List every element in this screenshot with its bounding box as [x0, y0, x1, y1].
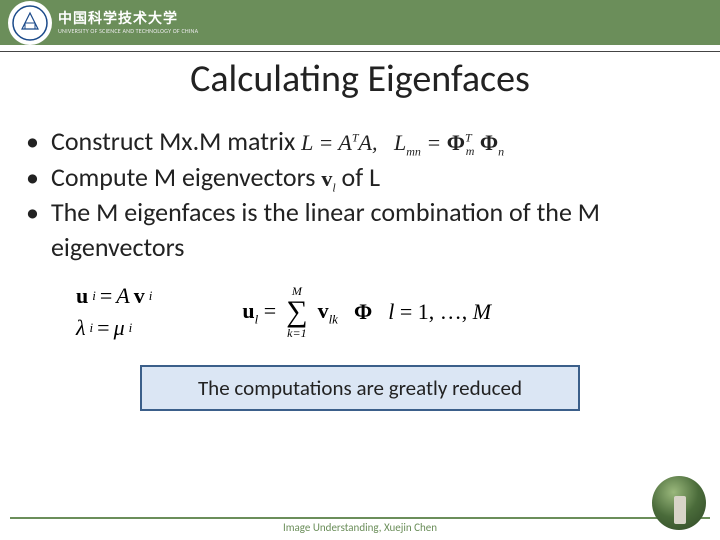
university-logo-icon — [8, 1, 52, 45]
bullet-3: • The M eigenfaces is the linear combina… — [26, 195, 694, 265]
bullet-dot-icon: • — [26, 124, 39, 159]
footer-text: Image Understanding, Xuejin Chen — [283, 521, 437, 534]
bullet-dot-icon: • — [26, 195, 39, 230]
bullet-list: • Construct Mx.M matrix L = ATA, Lmn = Φ… — [26, 124, 694, 265]
title-rule — [0, 51, 720, 52]
equation-left: ui = Avi λi = μi — [76, 283, 152, 341]
bullet-2: • Compute M eigenvectors vl of L — [26, 160, 694, 196]
sum-lower: k=1 — [287, 327, 306, 339]
header-bar: 中国科学技术大学 UNIVERSITY OF SCIENCE AND TECHN… — [0, 0, 720, 45]
callout-box: The computations are greatly reduced — [140, 365, 580, 411]
bullet-2-pre: Compute M eigenvectors — [51, 161, 321, 193]
bullet-dot-icon: • — [26, 160, 39, 195]
university-name: 中国科学技术大学 UNIVERSITY OF SCIENCE AND TECHN… — [58, 12, 198, 34]
equation-center: ul = M ∑ k=1 vlk Φ l = 1, …, M — [242, 285, 491, 339]
equation-row: ui = Avi λi = μi ul = M ∑ k=1 vlk Φ l = … — [76, 283, 694, 341]
sigma-icon: M ∑ k=1 — [286, 285, 307, 339]
university-name-cn: 中国科学技术大学 — [58, 12, 198, 26]
bullet-2-post: of L — [342, 161, 380, 193]
footer-thumbnail-icon — [652, 476, 706, 530]
bullet-3-text: The M eigenfaces is the linear combinati… — [51, 195, 694, 265]
slide-title: Calculating Eigenfaces — [0, 56, 720, 102]
bullet-1-math: L = ATA, Lmn = ΦTm Φn — [301, 130, 504, 155]
bullet-2-math: vl — [321, 166, 335, 191]
footer-rule — [10, 517, 710, 519]
university-name-en: UNIVERSITY OF SCIENCE AND TECHNOLOGY OF … — [58, 28, 198, 34]
slide-body: • Construct Mx.M matrix L = ATA, Lmn = Φ… — [0, 102, 720, 411]
bullet-1: • Construct Mx.M matrix L = ATA, Lmn = Φ… — [26, 124, 694, 160]
bullet-1-text: Construct Mx.M matrix — [51, 125, 301, 157]
slide-footer: Image Understanding, Xuejin Chen — [0, 517, 720, 534]
